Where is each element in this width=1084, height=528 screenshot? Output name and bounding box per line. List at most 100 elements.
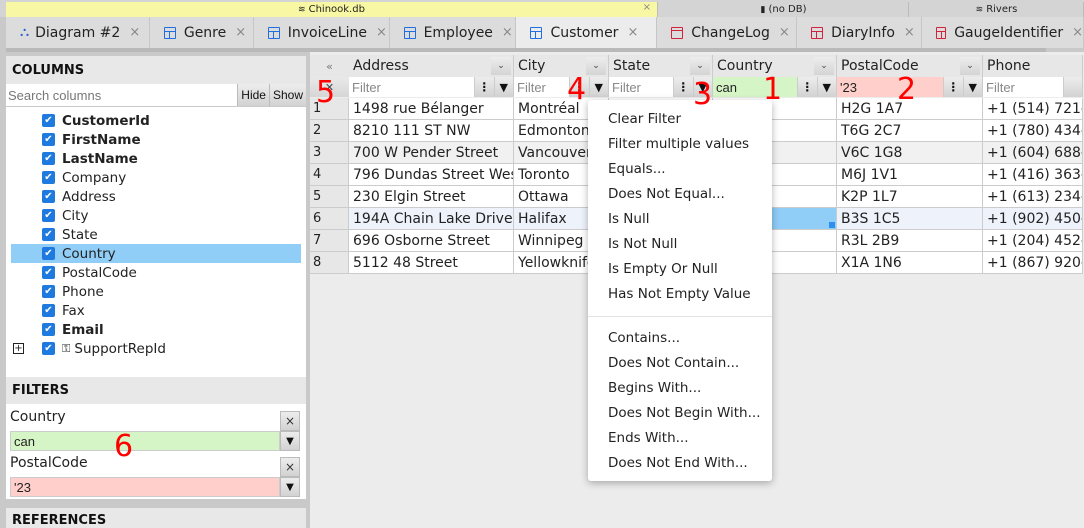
checkbox[interactable]: ✔ <box>42 114 55 127</box>
cell-address[interactable]: 5112 48 Street <box>349 252 514 273</box>
menu-item-does-not-equal[interactable]: Does Not Equal... <box>588 181 772 206</box>
column-item-postalcode[interactable]: ✔ PostalCode <box>11 263 306 282</box>
db-group-no-db[interactable]: ▮ (no DB) <box>659 2 909 17</box>
tab-gaugeidentifier[interactable]: GaugeIdentifier × <box>921 17 1084 48</box>
tab-invoiceline[interactable]: InvoiceLine × <box>253 17 390 48</box>
cell-phone[interactable]: +1 (902) 450- <box>983 208 1083 229</box>
filter-funnel-icon[interactable]: ▼ <box>280 431 300 451</box>
cell-address[interactable]: 194A Chain Lake Drive <box>349 208 514 229</box>
filter-menu-icon[interactable]: ⋮ <box>673 77 693 97</box>
checkbox[interactable]: ✔ <box>42 304 55 317</box>
chevron-down-icon[interactable]: ⌄ <box>960 57 980 75</box>
tab-changelog[interactable]: ChangeLog × <box>657 17 798 48</box>
cell-address[interactable]: 1498 rue Bélanger <box>349 98 514 119</box>
menu-item-does-not-contain[interactable]: Does Not Contain... <box>588 350 772 375</box>
menu-item-is-not-null[interactable]: Is Not Null <box>588 231 772 256</box>
tab-employee[interactable]: Employee × <box>389 17 517 48</box>
cell-address[interactable]: 700 W Pender Street <box>349 142 514 163</box>
checkbox[interactable]: ✔ <box>42 323 55 336</box>
hide-columns-button[interactable]: Hide <box>237 84 269 106</box>
checkbox[interactable]: ✔ <box>42 190 55 203</box>
menu-item-begins-with[interactable]: Begins With... <box>588 375 772 400</box>
close-icon[interactable]: × <box>502 25 513 40</box>
cell-address[interactable]: 696 Osborne Street <box>349 230 514 251</box>
column-header-city[interactable]: City ⌄ <box>514 55 609 77</box>
cell-phone[interactable]: +1 (604) 688- <box>983 142 1083 163</box>
column-item-company[interactable]: ✔ Company <box>11 168 306 187</box>
cell-postalcode[interactable]: M6J 1V1 <box>837 164 983 185</box>
row-number[interactable]: 4 <box>310 164 349 185</box>
column-item-city[interactable]: ✔ City <box>11 206 306 225</box>
cell-address[interactable]: 796 Dundas Street West <box>349 164 514 185</box>
checkbox[interactable]: ✔ <box>42 342 55 355</box>
filter-value-country[interactable]: can <box>10 431 280 451</box>
cell-phone[interactable]: +1 (613) 234- <box>983 186 1083 207</box>
menu-item-ends-with[interactable]: Ends With... <box>588 425 772 450</box>
chevron-down-icon[interactable]: ⌄ <box>491 57 511 75</box>
checkbox[interactable]: ✔ <box>42 152 55 165</box>
tab-diaryinfo[interactable]: DiaryInfo × <box>797 17 922 48</box>
cell-postalcode[interactable]: T6G 2C7 <box>837 120 983 141</box>
db-group-chinook[interactable]: ≋ Chinook.db × <box>6 2 658 17</box>
tab-customer[interactable]: Customer × <box>516 17 658 48</box>
close-icon[interactable]: × <box>904 25 915 40</box>
filter-input-country[interactable] <box>713 77 797 97</box>
close-icon[interactable]: × <box>376 25 387 40</box>
row-number[interactable]: 5 <box>310 186 349 207</box>
cell-postalcode[interactable]: V6C 1G8 <box>837 142 983 163</box>
db-group-rivers[interactable]: ≋ Rivers <box>910 2 1084 17</box>
column-item-country[interactable]: ✔ Country <box>11 244 301 263</box>
filter-input-state[interactable] <box>609 77 673 97</box>
column-header-address[interactable]: Address ⌄ <box>349 55 514 77</box>
expand-icon[interactable]: + <box>13 343 24 354</box>
cell-postalcode[interactable]: X1A 1N6 <box>837 252 983 273</box>
column-item-firstname[interactable]: ✔ FirstName <box>11 130 306 149</box>
filter-funnel-icon[interactable]: ▼ <box>280 477 300 497</box>
cell-phone[interactable]: +1 (867) 920- <box>983 252 1083 273</box>
menu-item-does-not-begin-with[interactable]: Does Not Begin With... <box>588 400 772 425</box>
checkbox[interactable]: ✔ <box>42 171 55 184</box>
filter-input-phone[interactable] <box>983 77 1063 97</box>
show-columns-button[interactable]: Show <box>268 84 306 106</box>
remove-filter-button[interactable]: × <box>280 457 300 477</box>
column-item-lastname[interactable]: ✔ LastName <box>11 149 306 168</box>
filter-funnel-icon[interactable]: ▼ <box>588 77 608 97</box>
close-icon[interactable]: × <box>627 25 638 40</box>
chevron-down-icon[interactable]: ⌄ <box>690 57 710 75</box>
checkbox[interactable]: ✔ <box>42 247 55 260</box>
menu-item-clear-filter[interactable]: Clear Filter <box>588 106 772 131</box>
menu-item-equals[interactable]: Equals... <box>588 156 772 181</box>
filter-input-postalcode[interactable] <box>837 77 943 97</box>
column-item-fax[interactable]: ✔ Fax <box>11 301 306 320</box>
menu-item-contains[interactable]: Contains... <box>588 325 772 350</box>
filter-menu-icon[interactable]: ⋮ <box>943 77 963 97</box>
cell-address[interactable]: 230 Elgin Street <box>349 186 514 207</box>
row-number[interactable]: 7 <box>310 230 349 251</box>
filter-input-address[interactable] <box>349 77 474 97</box>
row-number[interactable]: 3 <box>310 142 349 163</box>
menu-item-has-not-empty-value[interactable]: Has Not Empty Value <box>588 281 772 306</box>
checkbox[interactable]: ✔ <box>42 228 55 241</box>
cell-phone[interactable]: +1 (204) 452- <box>983 230 1083 251</box>
close-icon[interactable]: × <box>129 25 140 40</box>
filter-menu-icon[interactable] <box>1063 77 1082 97</box>
filter-funnel-icon[interactable]: ▼ <box>816 77 836 97</box>
checkbox[interactable]: ✔ <box>42 285 55 298</box>
tab-diagram-2[interactable]: ⛬ Diagram #2 × <box>6 17 150 48</box>
menu-item-does-not-end-with[interactable]: Does Not End With... <box>588 450 772 475</box>
filter-menu-icon[interactable]: ⋮ <box>797 77 817 97</box>
filter-value-postalcode[interactable]: '23 <box>10 477 280 497</box>
close-icon[interactable]: × <box>1072 25 1083 40</box>
column-item-customerid[interactable]: ✔ CustomerId <box>11 111 306 130</box>
column-item-phone[interactable]: ✔ Phone <box>11 282 306 301</box>
column-item-email[interactable]: ✔ Email <box>11 320 306 339</box>
menu-item-is-empty-or-null[interactable]: Is Empty Or Null <box>588 256 772 281</box>
tab-genre[interactable]: Genre × <box>149 17 254 48</box>
filter-funnel-icon[interactable]: ▼ <box>962 77 982 97</box>
column-item-address[interactable]: ✔ Address <box>11 187 306 206</box>
filter-input-city[interactable] <box>514 77 569 97</box>
cell-phone[interactable]: +1 (416) 363- <box>983 164 1083 185</box>
close-icon[interactable]: × <box>779 25 790 40</box>
menu-item-is-null[interactable]: Is Null <box>588 206 772 231</box>
cell-postalcode[interactable]: K2P 1L7 <box>837 186 983 207</box>
